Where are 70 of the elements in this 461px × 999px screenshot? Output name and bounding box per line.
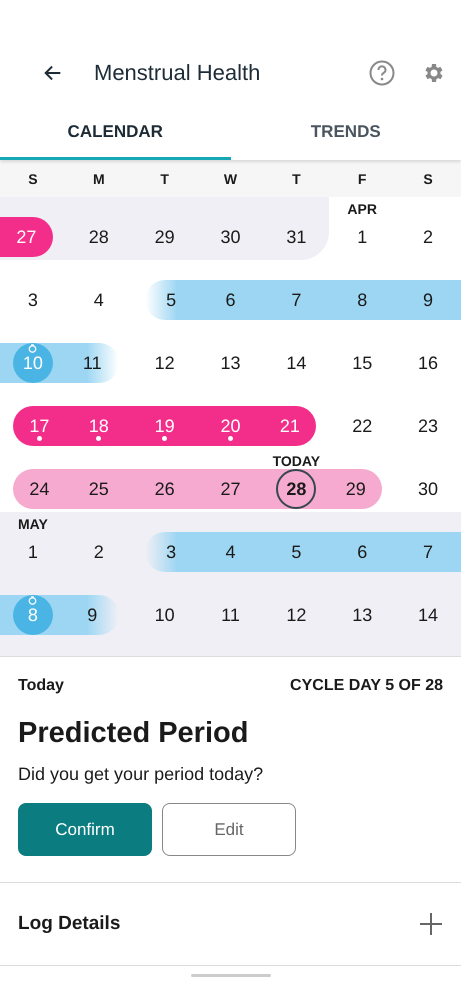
calendar-day[interactable]: 7 xyxy=(291,290,302,310)
calendar-day[interactable]: 4 xyxy=(94,290,104,310)
calendar-day[interactable]: 18 xyxy=(88,416,109,436)
calendar-day[interactable]: 31 xyxy=(286,226,306,248)
calendar-day[interactable]: 16 xyxy=(418,352,438,374)
calendar-day[interactable]: 11 xyxy=(221,604,240,626)
calendar-day[interactable]: 22 xyxy=(352,416,372,436)
plus-icon xyxy=(419,912,443,936)
calendar-day[interactable]: 25 xyxy=(88,478,109,500)
calendar-day[interactable]: 8 xyxy=(357,290,368,310)
calendar-day[interactable]: 6 xyxy=(225,290,236,310)
calendar-day[interactable]: 28 xyxy=(286,478,306,500)
calendar-day[interactable]: 11 xyxy=(82,352,102,374)
calendar-day[interactable]: 15 xyxy=(352,352,372,374)
calendar-day[interactable]: 4 xyxy=(225,542,236,562)
period-question: Did you get your period today? xyxy=(18,764,264,785)
calendar-day[interactable]: 3 xyxy=(28,290,38,310)
weekday-label: S xyxy=(28,170,38,186)
calendar-day[interactable]: 12 xyxy=(154,352,175,374)
calendar-day[interactable]: 2 xyxy=(94,542,104,562)
help-icon[interactable] xyxy=(369,60,395,86)
calendar-day[interactable]: 1 xyxy=(28,542,38,562)
tab[interactable]: TRENDS xyxy=(230,106,461,160)
calendar-day[interactable]: 12 xyxy=(286,604,306,626)
calendar-day[interactable]: 17 xyxy=(29,416,50,436)
weekday-label: F xyxy=(358,170,366,186)
egg-icon xyxy=(28,596,38,605)
confirm-button[interactable]: Confirm xyxy=(18,803,152,856)
calendar-day[interactable]: 28 xyxy=(88,226,109,248)
calendar-day[interactable]: 9 xyxy=(423,290,434,310)
calendar-day[interactable]: 7 xyxy=(423,542,434,562)
tab[interactable]: CALENDAR xyxy=(0,106,230,160)
calendar-day[interactable]: 27 xyxy=(16,226,36,248)
calendar-day[interactable]: 30 xyxy=(418,478,438,500)
today-label: Today xyxy=(18,677,64,695)
calendar-day[interactable]: 13 xyxy=(220,352,240,374)
month-label: TODAY xyxy=(272,453,320,469)
calendar-day[interactable]: 27 xyxy=(220,478,240,500)
calendar-day[interactable]: 20 xyxy=(220,416,240,436)
calendar-day[interactable]: 29 xyxy=(154,226,175,248)
calendar-day[interactable]: 21 xyxy=(280,416,300,436)
calendar-day[interactable]: 1 xyxy=(357,226,368,248)
calendar-day[interactable]: 29 xyxy=(346,478,366,500)
calendar-day[interactable]: 6 xyxy=(357,542,368,562)
calendar-day[interactable]: 30 xyxy=(220,226,240,248)
calendar-day[interactable]: 26 xyxy=(154,478,175,500)
calendar-day[interactable]: 3 xyxy=(166,542,176,562)
cycle-day: CYCLE DAY 5 OF 28 xyxy=(290,677,443,695)
calendar-day[interactable]: 14 xyxy=(286,352,306,374)
weekday-label: T xyxy=(160,170,169,186)
weekday-label: S xyxy=(423,170,433,186)
calendar-day[interactable]: 14 xyxy=(418,604,438,626)
calendar-day[interactable]: 2 xyxy=(423,226,434,248)
weekday-label: W xyxy=(224,170,238,186)
calendar-day[interactable]: 10 xyxy=(154,604,175,626)
edit-button[interactable]: Edit xyxy=(162,803,296,856)
month-label: APR xyxy=(347,201,377,217)
weekday-label: T xyxy=(292,170,301,186)
calendar-day[interactable]: 13 xyxy=(352,604,372,626)
calendar-day[interactable]: 23 xyxy=(418,416,438,436)
calendar-day[interactable]: 5 xyxy=(291,542,302,562)
screen-title: Menstrual Health xyxy=(94,60,262,86)
calendar-day[interactable]: 24 xyxy=(29,478,50,500)
calendar-day[interactable]: 5 xyxy=(166,290,176,310)
weekday-label: M xyxy=(92,170,105,186)
month-label: MAY xyxy=(18,516,48,532)
prediction-title: Predicted Period xyxy=(18,717,250,750)
calendar-day[interactable]: 19 xyxy=(154,416,175,436)
calendar-day[interactable]: 9 xyxy=(87,604,98,626)
egg-icon xyxy=(28,344,38,353)
